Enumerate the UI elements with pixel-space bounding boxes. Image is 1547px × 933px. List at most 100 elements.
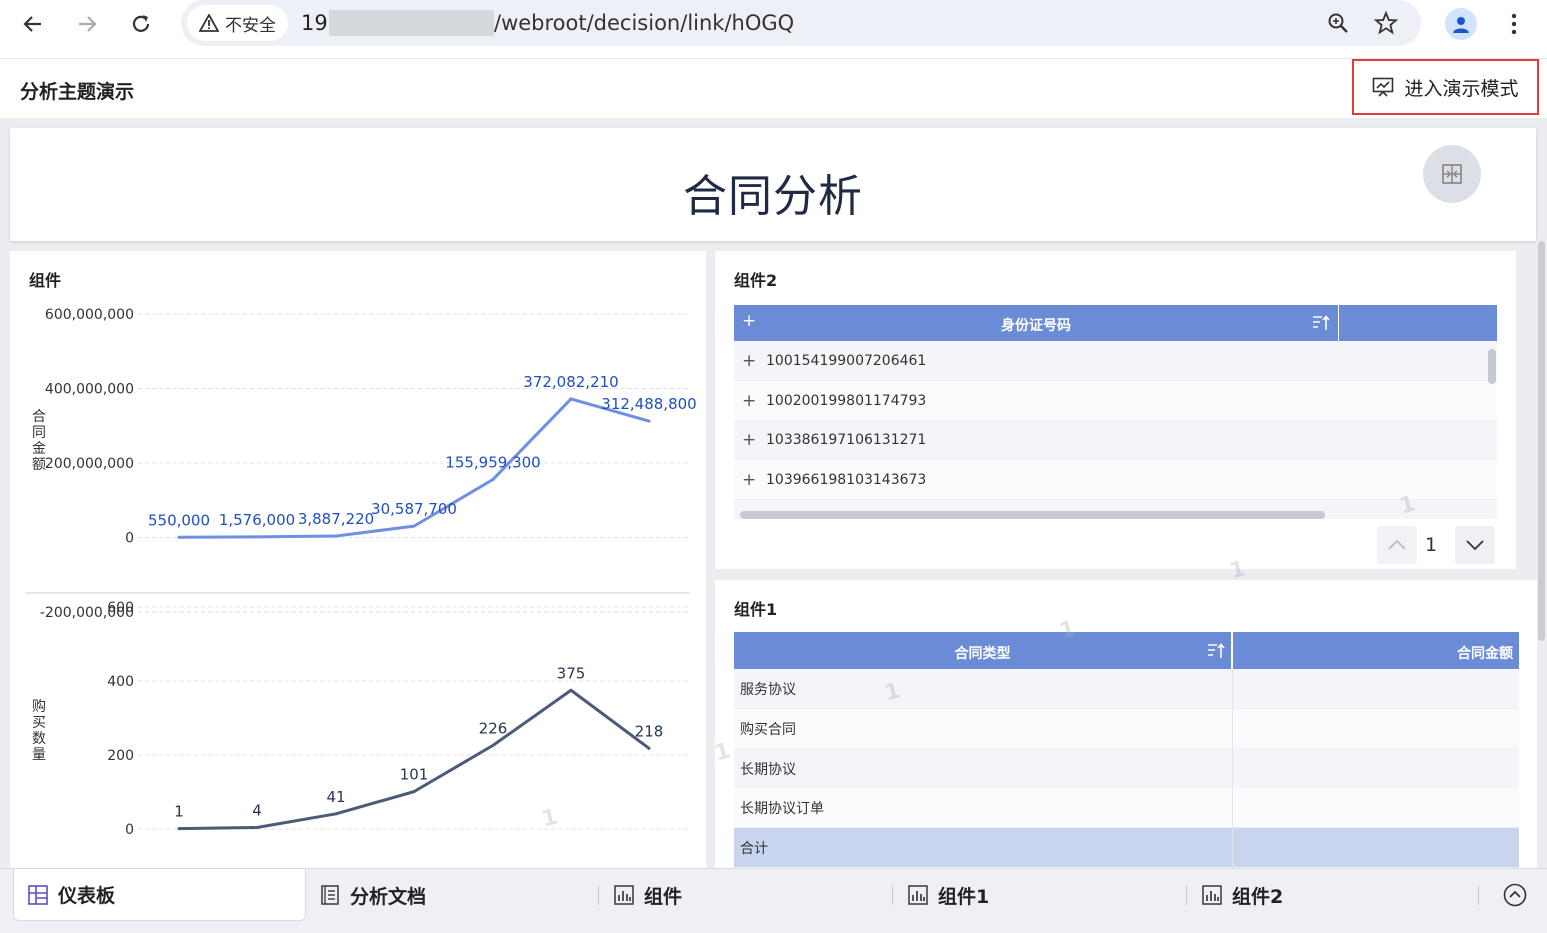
component2-table[interactable]: 组件2 + 身份证号码 +100154199007206461 +1002001… [715, 251, 1516, 569]
y-axis-title-char: 额 [32, 457, 46, 473]
data-point [412, 524, 416, 528]
y-tick-label: 200,000,000 [45, 456, 134, 472]
line-charts[interactable]: 600,000,000400,000,000200,000,0000-200,0… [10, 251, 706, 868]
tab-dashboard[interactable]: 仪表板 [13, 869, 306, 921]
reload-button[interactable] [123, 6, 159, 42]
table-row[interactable]: 购买合同 [734, 709, 1519, 749]
chart-icon [1202, 885, 1222, 905]
data-point [177, 535, 181, 539]
contract-amount-header[interactable]: 合同金额 [1233, 632, 1519, 669]
profile-avatar[interactable] [1445, 8, 1477, 40]
data-point [569, 397, 573, 401]
table-row[interactable]: +103966198103143673 [734, 460, 1497, 500]
tab-label: 组件 [644, 885, 683, 908]
browser-toolbar: 不安全 19 /webroot/decision/link/hOGQ [0, 0, 1547, 48]
more-menu-icon[interactable] [1510, 12, 1518, 36]
contract-amount-label: 合同金额 [1457, 646, 1513, 662]
total-row[interactable]: 合计 [734, 828, 1519, 868]
table-row[interactable]: 服务协议 [734, 669, 1519, 709]
data-label: 218 [635, 722, 664, 740]
sort-icon[interactable] [1207, 643, 1225, 659]
security-label: 不安全 [225, 15, 276, 36]
tab-component[interactable]: 组件 [614, 869, 682, 921]
expand-tabs-icon[interactable] [1503, 883, 1527, 907]
component2-title: 组件2 [734, 271, 778, 290]
back-button[interactable] [15, 6, 51, 42]
tab-label: 组件2 [1232, 885, 1284, 908]
horizontal-scrollbar[interactable] [740, 511, 1325, 519]
chevron-down-icon [1466, 540, 1484, 551]
component1-title: 组件1 [734, 600, 778, 619]
tab-label: 分析文档 [350, 885, 427, 908]
data-label: 155,959,300 [445, 453, 540, 471]
document-icon [321, 885, 339, 905]
table-row[interactable]: 长期协议订单 [734, 788, 1519, 828]
y-axis-title-char: 数 [32, 731, 46, 747]
type-cell: 购买合同 [740, 721, 796, 738]
expand-icon[interactable]: + [742, 391, 756, 411]
id-cell: 100200199801174793 [766, 392, 927, 409]
forward-button[interactable] [69, 6, 105, 42]
component1-table[interactable]: 组件1 合同类型 合同金额 服务协议 购买合同 长期协议 长期协议订单 合计 [715, 580, 1537, 868]
page-up-button[interactable] [1377, 526, 1417, 564]
present-mode-button[interactable]: 进入演示模式 [1352, 59, 1539, 115]
data-label: 226 [479, 719, 508, 737]
id-column-label: 身份证号码 [1001, 318, 1071, 334]
y-tick-label: 600,000,000 [45, 307, 134, 323]
bottom-tab-bar: 仪表板 分析文档 组件 组件1 组件2 [0, 868, 1547, 933]
y-axis-title-char: 金 [32, 441, 46, 457]
id-column-header[interactable]: + 身份证号码 [734, 305, 1338, 341]
tab-label: 仪表板 [58, 885, 116, 907]
canvas-scrollbar[interactable] [1537, 241, 1547, 868]
data-label: 550,000 [148, 511, 210, 529]
sort-icon[interactable] [1312, 315, 1330, 331]
column-divider [1232, 669, 1233, 868]
data-label: 101 [400, 766, 429, 784]
data-point [334, 812, 338, 816]
page-down-button[interactable] [1455, 526, 1495, 564]
canvas-scroll-thumb[interactable] [1538, 241, 1545, 641]
type-cell: 长期协议订单 [740, 800, 824, 817]
tab-divider [598, 885, 599, 905]
tab-component2[interactable]: 组件2 [1202, 869, 1283, 921]
expand-icon[interactable]: + [742, 351, 756, 371]
data-point [412, 790, 416, 794]
id-cell: 103386197106131271 [766, 431, 927, 448]
page-number: 1 [1425, 534, 1438, 556]
zoom-icon[interactable] [1327, 12, 1349, 34]
data-point [334, 534, 338, 538]
present-label: 进入演示模式 [1404, 77, 1519, 100]
table-row[interactable]: +103386197106131271 [734, 420, 1497, 460]
tab-divider [1186, 885, 1187, 905]
collapse-button[interactable] [1423, 145, 1481, 203]
second-column-header[interactable] [1339, 305, 1497, 341]
table-row[interactable]: +100200199801174793 [734, 381, 1497, 421]
address-bar[interactable]: 不安全 19 /webroot/decision/link/hOGQ [181, 0, 1421, 46]
table-row[interactable]: 长期协议 [734, 749, 1519, 789]
type-cell: 长期协议 [740, 761, 796, 778]
url-redaction [329, 10, 494, 36]
data-point [177, 827, 181, 831]
back-arrow-icon [23, 16, 41, 32]
vertical-scrollbar[interactable] [1488, 349, 1496, 384]
warning-icon [199, 14, 219, 32]
app-header: 分析主题演示 进入演示模式 [0, 58, 1547, 118]
security-chip[interactable]: 不安全 [187, 5, 288, 41]
data-point [647, 746, 651, 750]
presentation-icon [1373, 77, 1394, 97]
tab-analysis-doc[interactable]: 分析文档 [320, 869, 426, 921]
expand-icon[interactable]: + [742, 430, 756, 450]
y-tick-label: 600 [107, 600, 134, 616]
expand-icon[interactable]: + [742, 470, 756, 490]
dashboard-icon [28, 884, 48, 905]
chart-component[interactable]: 组件 600,000,000 400,000,000 200,000,000 0 -20… [10, 251, 706, 868]
bookmark-star-icon[interactable] [1374, 11, 1398, 35]
table-row[interactable]: +100154199007206461 [734, 341, 1497, 381]
data-point [647, 419, 651, 423]
contract-type-header[interactable]: 合同类型 [734, 632, 1231, 669]
data-label: 41 [326, 788, 345, 806]
total-label: 合计 [740, 840, 768, 857]
url-path: /webroot/decision/link/hOGQ [494, 11, 795, 35]
data-label: 1 [174, 803, 184, 821]
tab-component1[interactable]: 组件1 [908, 869, 989, 921]
